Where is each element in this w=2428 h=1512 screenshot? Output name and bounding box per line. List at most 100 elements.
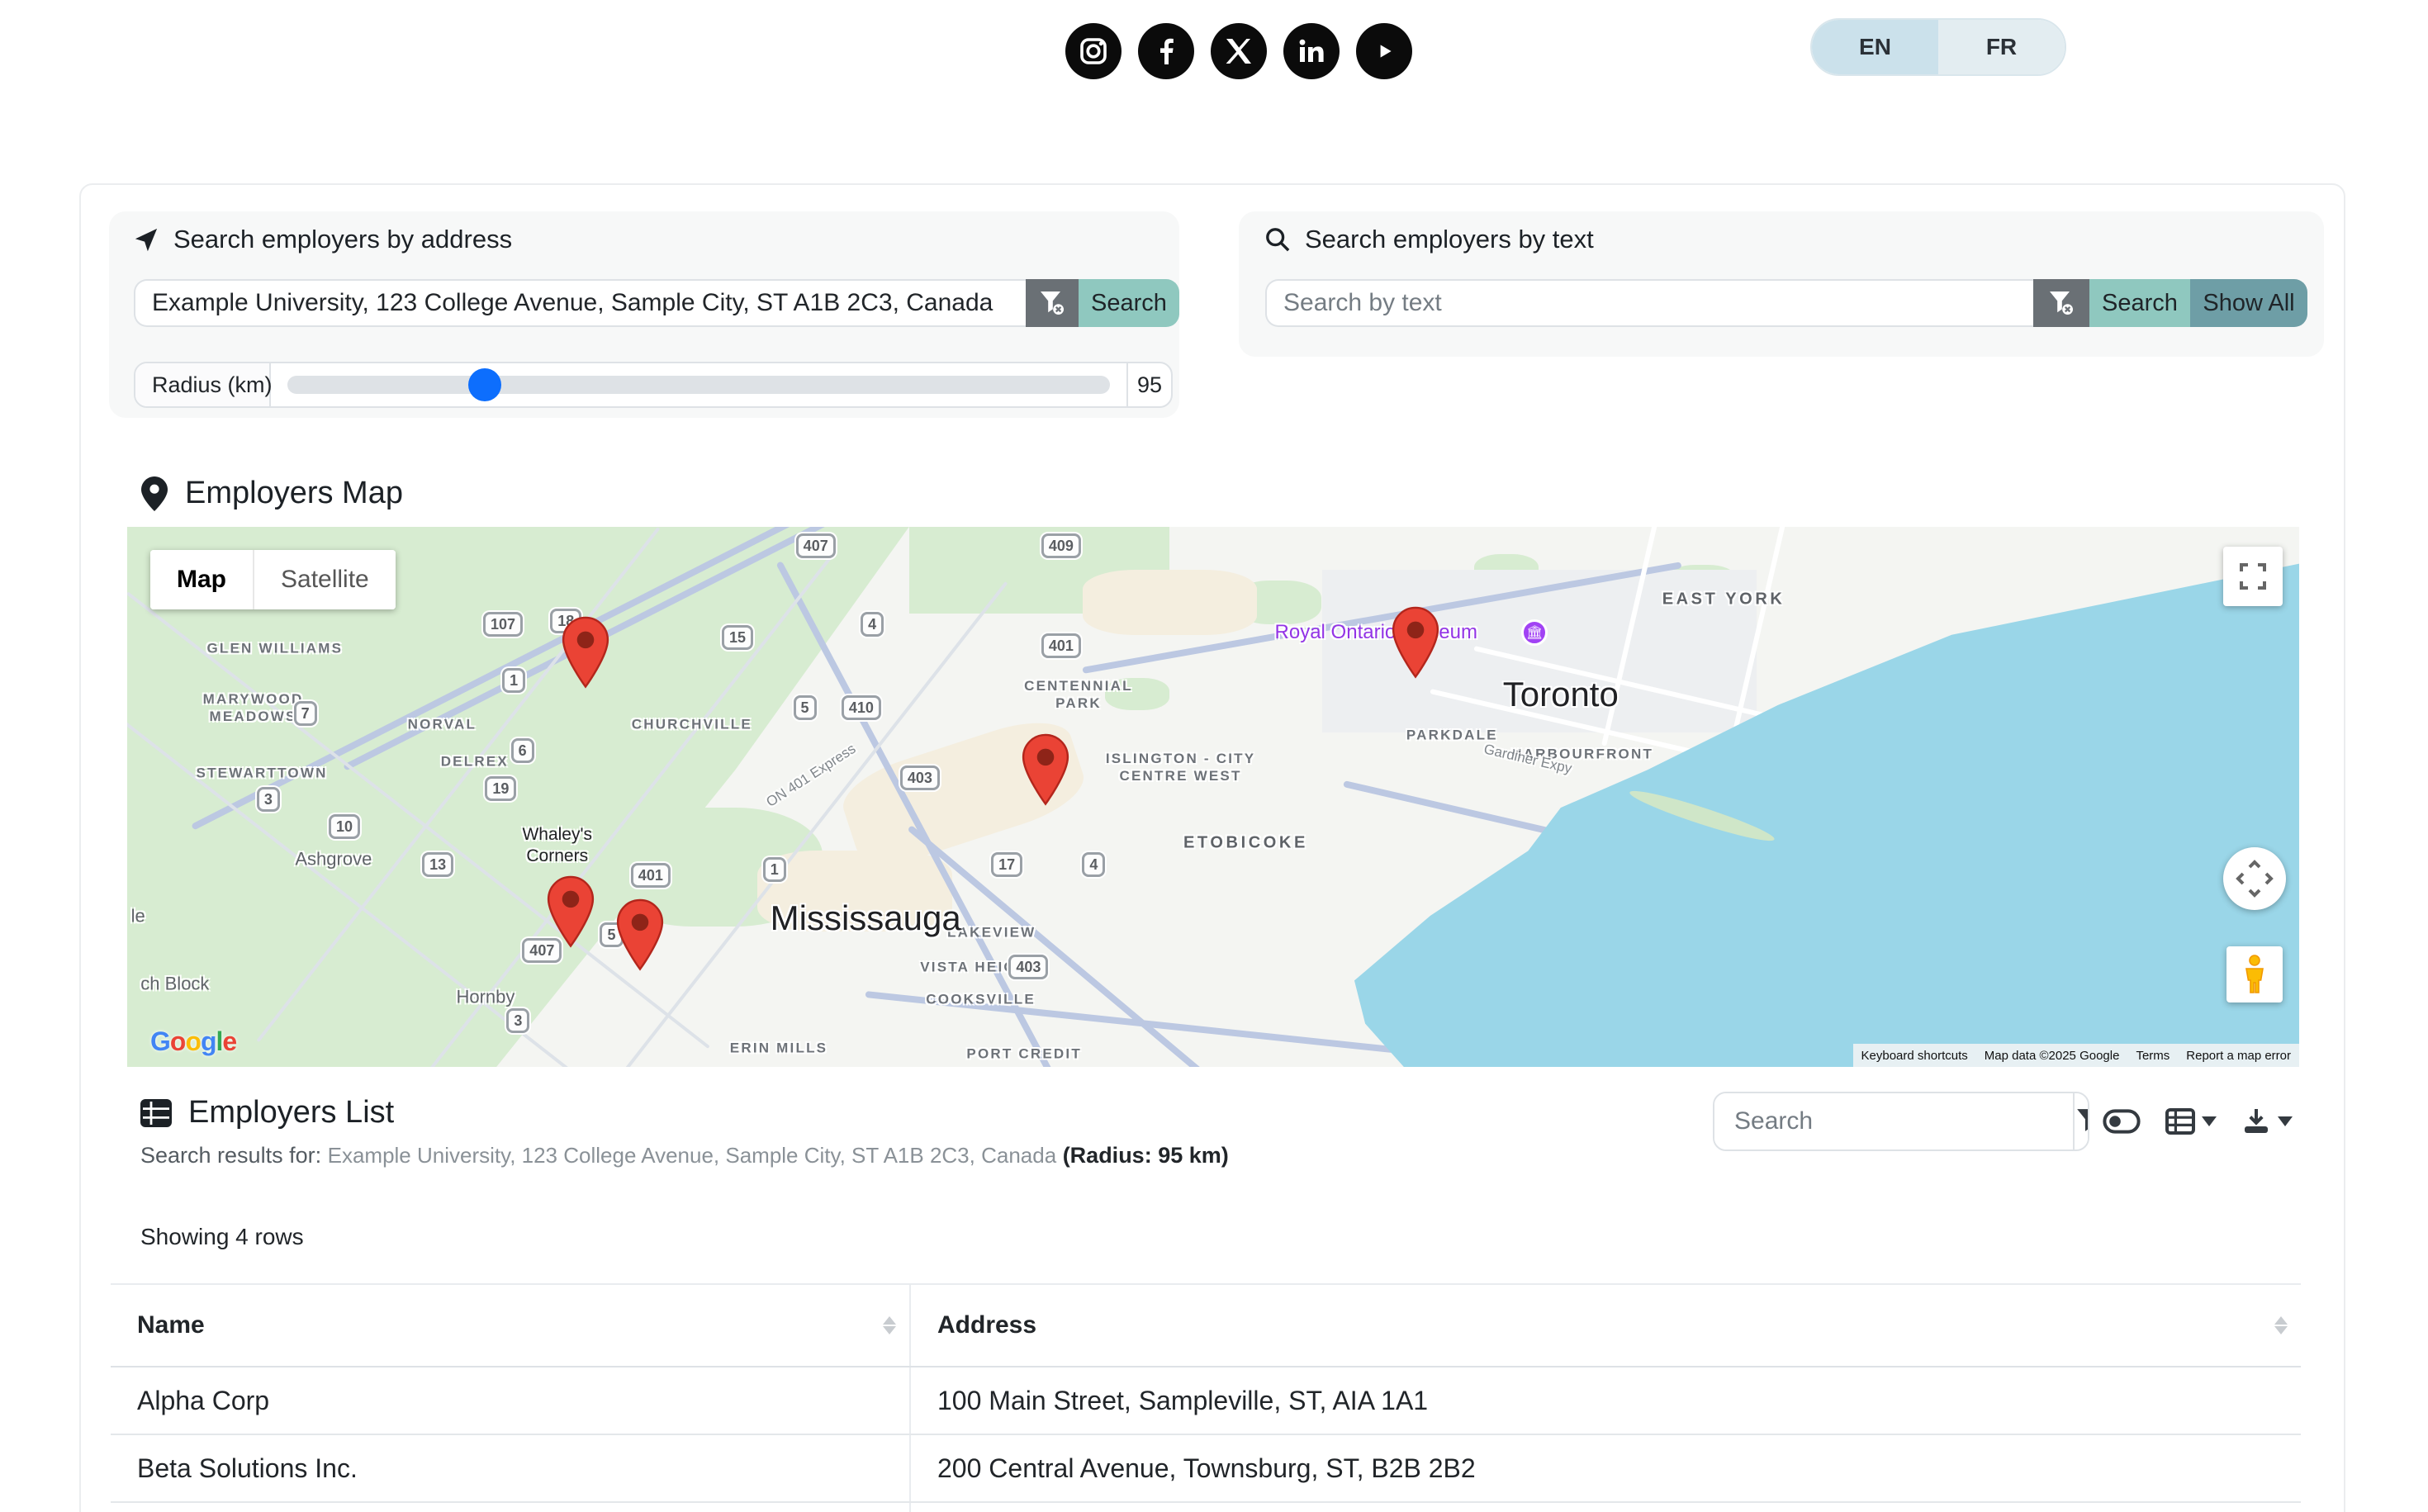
employers-map[interactable]: GLEN WILLIAMSMARYWOOD MEADOWSNORVALDELRE… [127, 527, 2299, 1067]
address-input[interactable] [134, 279, 1026, 327]
table-search-input[interactable] [1714, 1093, 2073, 1149]
text-search-button[interactable]: Search [2089, 279, 2190, 327]
attribution-item[interactable]: Report a map error [2178, 1049, 2299, 1063]
highway-407 [343, 527, 1042, 770]
table-cell: Beta Solutions Inc. [111, 1434, 910, 1502]
employers-map-heading: Employers Map [140, 476, 403, 511]
table-header-row: Name Address [111, 1284, 2301, 1367]
attribution-item[interactable]: Terms [2127, 1049, 2178, 1063]
map-label: ch Block [140, 972, 209, 995]
navigation-icon [134, 227, 159, 252]
column-header-name[interactable]: Name [111, 1284, 910, 1367]
map-type-control: Map Satellite [150, 550, 396, 609]
address-search-button[interactable]: Search [1079, 279, 1179, 327]
address-clear-filter-button[interactable] [1026, 279, 1079, 327]
toronto-islands [1627, 784, 1776, 847]
map-label: CHURCHVILLE [632, 715, 752, 732]
employers-list-heading: Employers List [140, 1095, 394, 1130]
lang-en-button[interactable]: EN [1812, 20, 1938, 74]
address-search-panel: Search employers by address Search Radiu… [109, 211, 1179, 418]
highway-403 [907, 825, 1244, 1067]
route-shield: 407 [796, 533, 836, 558]
route-shield: 409 [1041, 533, 1081, 558]
lake-ontario [127, 527, 2299, 1067]
employer-map-marker[interactable] [1391, 606, 1440, 679]
poi-label[interactable]: Royal Ontario Museum [1275, 620, 1477, 645]
satellite-view-button[interactable]: Satellite [253, 550, 396, 609]
map-greenery [127, 527, 2299, 1067]
table-cell [910, 1502, 2301, 1512]
map-pin-icon [140, 476, 168, 511]
toggle-pagination-button[interactable] [2103, 1109, 2141, 1134]
map-label: le [131, 904, 145, 927]
route-shield: 13 [422, 852, 453, 877]
map-label: Gardiner Expy [1482, 741, 1574, 778]
attribution-item: Map data ©2025 Google [1976, 1049, 2128, 1063]
columns-icon [2165, 1108, 2195, 1135]
radius-slider[interactable] [271, 363, 1128, 406]
route-shield: 401 [631, 863, 671, 888]
results-query: Example University, 123 College Avenue, … [328, 1143, 1057, 1168]
map-label: GLEN WILLIAMS [206, 640, 343, 657]
facebook-icon[interactable] [1138, 23, 1194, 79]
pan-control[interactable] [2223, 847, 2286, 910]
export-button[interactable] [2241, 1107, 2293, 1135]
map-label: Whaley's Corners [522, 824, 592, 868]
search-icon [1265, 227, 1290, 252]
address-input-group: Search [134, 279, 1179, 327]
results-radius: (Radius: 95 km) [1063, 1143, 1229, 1168]
employer-map-marker[interactable] [615, 898, 665, 971]
map-label: MARYWOOD MEADOWS [203, 690, 304, 726]
text-search-input[interactable] [1265, 279, 2033, 327]
sort-icon[interactable] [2274, 1316, 2288, 1334]
pegman-button[interactable] [2226, 946, 2283, 1002]
employer-map-marker[interactable] [561, 616, 610, 689]
pan-arrows-icon [2233, 857, 2276, 900]
sort-icon[interactable] [883, 1316, 896, 1334]
map-view-button[interactable]: Map [150, 550, 253, 609]
show-all-button[interactable]: Show All [2190, 279, 2307, 327]
route-shield: 1 [763, 857, 786, 882]
route-shield: 410 [842, 695, 881, 720]
youtube-icon[interactable] [1356, 23, 1412, 79]
map-label: STEWARTTOWN [197, 764, 328, 781]
employer-map-marker[interactable] [546, 875, 595, 948]
route-shield: 15 [722, 625, 753, 650]
route-shield: 401 [1041, 633, 1081, 658]
table-icon [140, 1099, 172, 1127]
instagram-icon[interactable] [1065, 23, 1122, 79]
map-label: CENTENNIAL PARK [1024, 676, 1133, 712]
radius-slider-track[interactable] [287, 376, 1110, 394]
museum-poi-icon[interactable]: 🏛 [1521, 619, 1548, 646]
text-input-group: Search Show All [1265, 279, 2307, 327]
text-search-title: Search employers by text [1265, 225, 1594, 254]
linkedin-icon[interactable] [1283, 23, 1340, 79]
page: EN FR Search employers by address Search… [0, 0, 2428, 1512]
map-label: Ashgrove [295, 847, 372, 870]
route-shield: 3 [506, 1008, 529, 1033]
column-header-address[interactable]: Address [910, 1284, 2301, 1367]
map-label: LAKEVIEW [947, 923, 1036, 941]
chevron-down-icon [2202, 1116, 2217, 1126]
fullscreen-button[interactable] [2223, 547, 2283, 606]
google-logo[interactable]: Google [150, 1026, 236, 1057]
route-shield: 4 [861, 612, 884, 637]
route-shield: 3 [257, 787, 280, 812]
attribution-item[interactable]: Keyboard shortcuts [1853, 1049, 1976, 1063]
address-search-title: Search employers by address [134, 225, 512, 254]
x-twitter-icon[interactable] [1211, 23, 1267, 79]
filter-x-icon [2075, 1107, 2089, 1136]
row-count-label: Showing 4 rows [140, 1224, 304, 1250]
lang-fr-button[interactable]: FR [1938, 20, 2065, 74]
table-clear-filter-button[interactable] [2073, 1093, 2089, 1149]
table-cell: 200 Central Avenue, Townsburg, ST, B2B 2… [910, 1434, 2301, 1502]
map-label: PARKDALE [1406, 726, 1498, 743]
route-shield: 6 [511, 738, 534, 763]
map-label: Hornby [456, 985, 515, 1008]
text-clear-filter-button[interactable] [2033, 279, 2089, 327]
map-label: EAST YORK [1662, 590, 1785, 610]
route-shield: 5 [794, 695, 817, 720]
radius-slider-thumb[interactable] [468, 368, 501, 401]
columns-button[interactable] [2165, 1108, 2217, 1135]
employer-map-marker[interactable] [1021, 733, 1070, 806]
